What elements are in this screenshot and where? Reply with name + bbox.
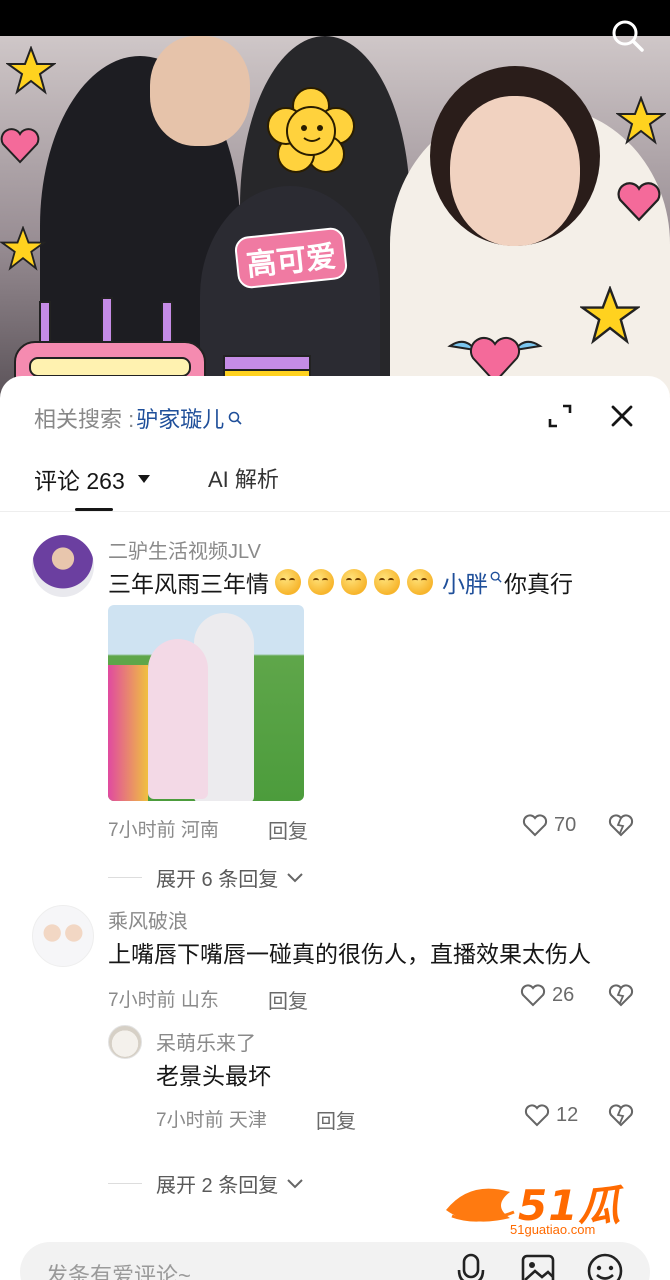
sheet-header: 相关搜索 : 驴家璇儿 (0, 376, 670, 456)
comment-input[interactable]: 发条有爱评论~ (20, 1242, 650, 1280)
watermark-sub: 51guatiao.com (510, 1222, 596, 1237)
heart-sticker (0, 128, 40, 164)
search-icon (490, 571, 502, 583)
tab-comments-label: 评论 263 (34, 468, 125, 494)
star-sticker (6, 46, 56, 95)
star-sticker (580, 286, 640, 345)
laugh-cry-emoji (275, 569, 301, 595)
avatar[interactable] (108, 1025, 142, 1059)
related-search-keyword[interactable]: 驴家璇儿 (136, 402, 224, 434)
reply-button[interactable]: 回复 (268, 815, 308, 844)
star-sticker (0, 226, 46, 271)
comment-image[interactable] (108, 605, 304, 801)
comment-sheet: 相关搜索 : 驴家璇儿 评论 263 AI 解析 二驴生活视频JLV 三年风雨三… (0, 376, 670, 1280)
close-icon[interactable] (608, 402, 636, 430)
heart-outline-icon (522, 814, 548, 837)
search-icon (612, 20, 644, 52)
video-frame: 高可爱 (0, 36, 670, 400)
related-search-label: 相关搜索 : (34, 407, 135, 432)
tab-comments[interactable]: 评论 263 (34, 462, 151, 496)
divider (108, 877, 142, 878)
laugh-cry-emoji (341, 569, 367, 595)
chevron-down-icon (287, 1178, 303, 1188)
image-icon[interactable] (520, 1252, 556, 1280)
expand-replies[interactable]: 展开 2 条回复 (108, 1169, 304, 1198)
comment-username[interactable]: 乘风破浪 (108, 905, 188, 934)
caret-down-icon (137, 475, 150, 483)
comment-text: 上嘴唇下嘴唇一碰真的很伤人，直播效果太伤人 (108, 941, 591, 967)
reply-username[interactable]: 呆萌乐来了 (156, 1027, 256, 1056)
broken-heart-icon[interactable] (608, 983, 634, 1007)
reply-button[interactable]: 回复 (268, 985, 308, 1014)
comment-tabs: 评论 263 AI 解析 (0, 456, 670, 512)
laugh-cry-emoji (407, 569, 433, 595)
video-preview[interactable]: 高可爱 (0, 0, 670, 400)
fullscreen-icon[interactable] (546, 402, 574, 430)
tab-active-indicator (75, 508, 113, 511)
reply-button[interactable]: 回复 (316, 1105, 356, 1134)
tab-ai-analysis[interactable]: AI 解析 (208, 462, 279, 494)
comment-input-placeholder: 发条有爱评论~ (46, 1263, 191, 1280)
heart-sticker (617, 182, 661, 222)
expand-replies[interactable]: 展开 6 条回复 (108, 863, 304, 892)
laugh-cry-emoji (374, 569, 400, 595)
comment-meta: 7小时前 山东 (108, 990, 219, 1011)
expand-replies-label: 展开 2 条回复 (156, 1175, 279, 1197)
like-button[interactable]: 70 (522, 813, 576, 837)
like-count: 26 (552, 983, 575, 1006)
emoji-icon[interactable] (586, 1252, 624, 1280)
image-person-child (148, 639, 208, 799)
reply-text: 老景头最坏 (156, 1063, 271, 1089)
person-left-face (150, 36, 250, 146)
comment-username[interactable]: 二驴生活视频JLV (108, 535, 261, 564)
avatar[interactable] (32, 535, 94, 597)
comment-meta: 7小时前 河南 (108, 820, 219, 841)
like-count: 70 (554, 813, 577, 836)
laugh-cry-emoji (308, 569, 334, 595)
comment-text-tail: 你真行 (504, 571, 573, 597)
video-search-button[interactable] (608, 16, 648, 56)
search-icon (228, 411, 242, 425)
related-search[interactable]: 相关搜索 : 驴家璇儿 (34, 402, 242, 434)
star-sticker (616, 96, 666, 145)
reply-meta: 7小时前 天津 (156, 1110, 267, 1131)
like-button[interactable]: 12 (524, 1103, 578, 1127)
divider (108, 1183, 142, 1184)
comment-text: 三年风雨三年情 小胖 你真行 (108, 565, 573, 599)
like-button[interactable]: 26 (520, 983, 574, 1007)
comment-item: 乘风破浪 上嘴唇下嘴唇一碰真的很伤人，直播效果太伤人 7小时前 山东 回复 26… (0, 905, 670, 1198)
broken-heart-icon[interactable] (608, 1103, 634, 1127)
like-count: 12 (556, 1103, 579, 1126)
person-right-face (450, 96, 580, 246)
heart-outline-icon (520, 984, 546, 1007)
broken-heart-icon[interactable] (608, 813, 634, 837)
watermark-fish-icon (446, 1188, 515, 1222)
flower-sticker (267, 87, 355, 173)
microphone-icon[interactable] (454, 1252, 488, 1280)
heart-outline-icon (524, 1104, 550, 1127)
watermark-logo: 51瓜条 51guatiao.com (440, 1170, 650, 1280)
chevron-down-icon (287, 872, 303, 882)
image-track (108, 665, 148, 801)
comment-item: 二驴生活视频JLV 三年风雨三年情 小胖 你真行 7小时前 河南 回复 70 展… (0, 513, 670, 893)
mention-link[interactable]: 小胖 (442, 565, 488, 599)
sub-reply-item: 呆萌乐来了 老景头最坏 7小时前 天津 回复 12 (0, 1025, 670, 1135)
avatar[interactable] (32, 905, 94, 967)
expand-replies-label: 展开 6 条回复 (156, 869, 279, 891)
comment-text-main: 三年风雨三年情 (108, 571, 269, 597)
